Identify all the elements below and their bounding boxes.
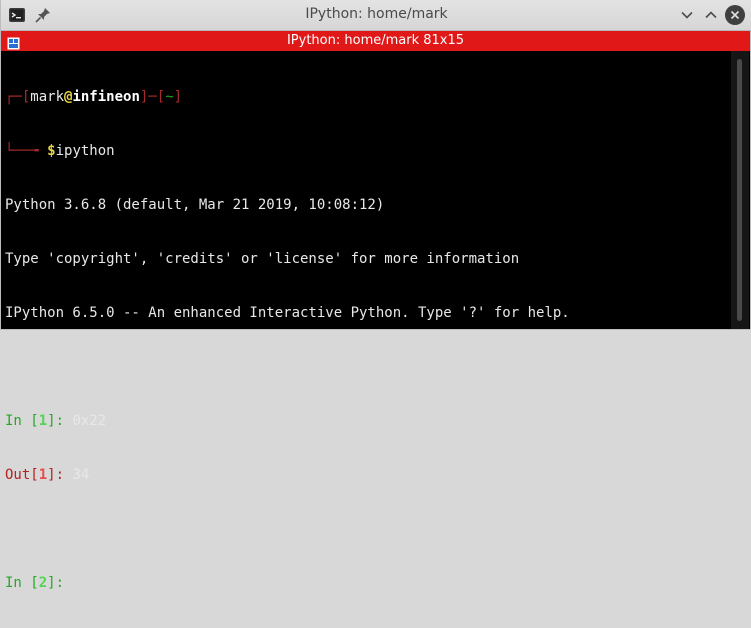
- prompt-line-command: └──╼ $ipython: [5, 142, 730, 160]
- prompt-line-top: ┌─[mark@infineon]─[~]: [5, 88, 730, 106]
- maximize-button[interactable]: [701, 5, 721, 25]
- minimize-button[interactable]: [677, 5, 697, 25]
- prompt-path: ~: [165, 89, 174, 105]
- chevron-down-icon: [681, 11, 693, 19]
- close-icon: [730, 10, 740, 20]
- in-prompt-close: ]:: [47, 575, 73, 591]
- scrollbar[interactable]: [731, 51, 749, 329]
- prompt-frame-bottom: └──╼: [5, 143, 48, 159]
- output-value: 34: [72, 467, 90, 483]
- prompt-frame-mid: ]─[: [139, 89, 166, 105]
- close-button[interactable]: [725, 5, 745, 25]
- prompt-frame-end: ]: [173, 89, 183, 105]
- banner-line: Python 3.6.8 (default, Mar 21 2019, 10:0…: [5, 197, 385, 213]
- prompt-host: infineon: [72, 89, 140, 105]
- terminal-output[interactable]: ┌─[mark@infineon]─[~] └──╼ $ipython Pyth…: [5, 52, 730, 591]
- banner-line: Type 'copyright', 'credits' or 'license'…: [5, 251, 520, 267]
- input-line-1: In [1]: 0x22: [5, 412, 730, 430]
- banner-line: IPython 6.5.0 -- An enhanced Interactive…: [5, 305, 570, 321]
- in-prompt-number: 2: [38, 575, 48, 591]
- chevron-up-icon: [705, 11, 717, 19]
- input-code: 0x22: [72, 413, 107, 429]
- in-prompt-number: 1: [38, 413, 48, 429]
- out-prompt-number: 1: [38, 467, 48, 483]
- title-bar[interactable]: IPython: home/mark: [1, 0, 751, 31]
- window-title: IPython: home/mark: [305, 6, 448, 22]
- terminal-tab-bar[interactable]: IPython: home/mark 81x15: [1, 31, 750, 51]
- prompt-user: mark: [30, 89, 65, 105]
- out-prompt-close: ]:: [47, 467, 73, 483]
- prompt-command: ipython: [55, 143, 115, 159]
- in-prompt-close: ]:: [47, 413, 73, 429]
- prompt-frame: ┌─[: [5, 89, 31, 105]
- scrollbar-thumb[interactable]: [737, 59, 742, 321]
- in-prompt-label: In [: [5, 413, 39, 429]
- in-prompt-label: In [: [5, 575, 39, 591]
- tab-title: IPython: home/mark 81x15: [286, 33, 465, 48]
- prompt-dollar: $: [47, 143, 56, 159]
- konsole-window: IPython: home/mark IPython: home/mark 81…: [0, 0, 751, 591]
- output-line-1: Out[1]: 34: [5, 466, 730, 484]
- out-prompt-label: Out[: [5, 467, 39, 483]
- input-line-2[interactable]: In [2]:: [5, 574, 730, 592]
